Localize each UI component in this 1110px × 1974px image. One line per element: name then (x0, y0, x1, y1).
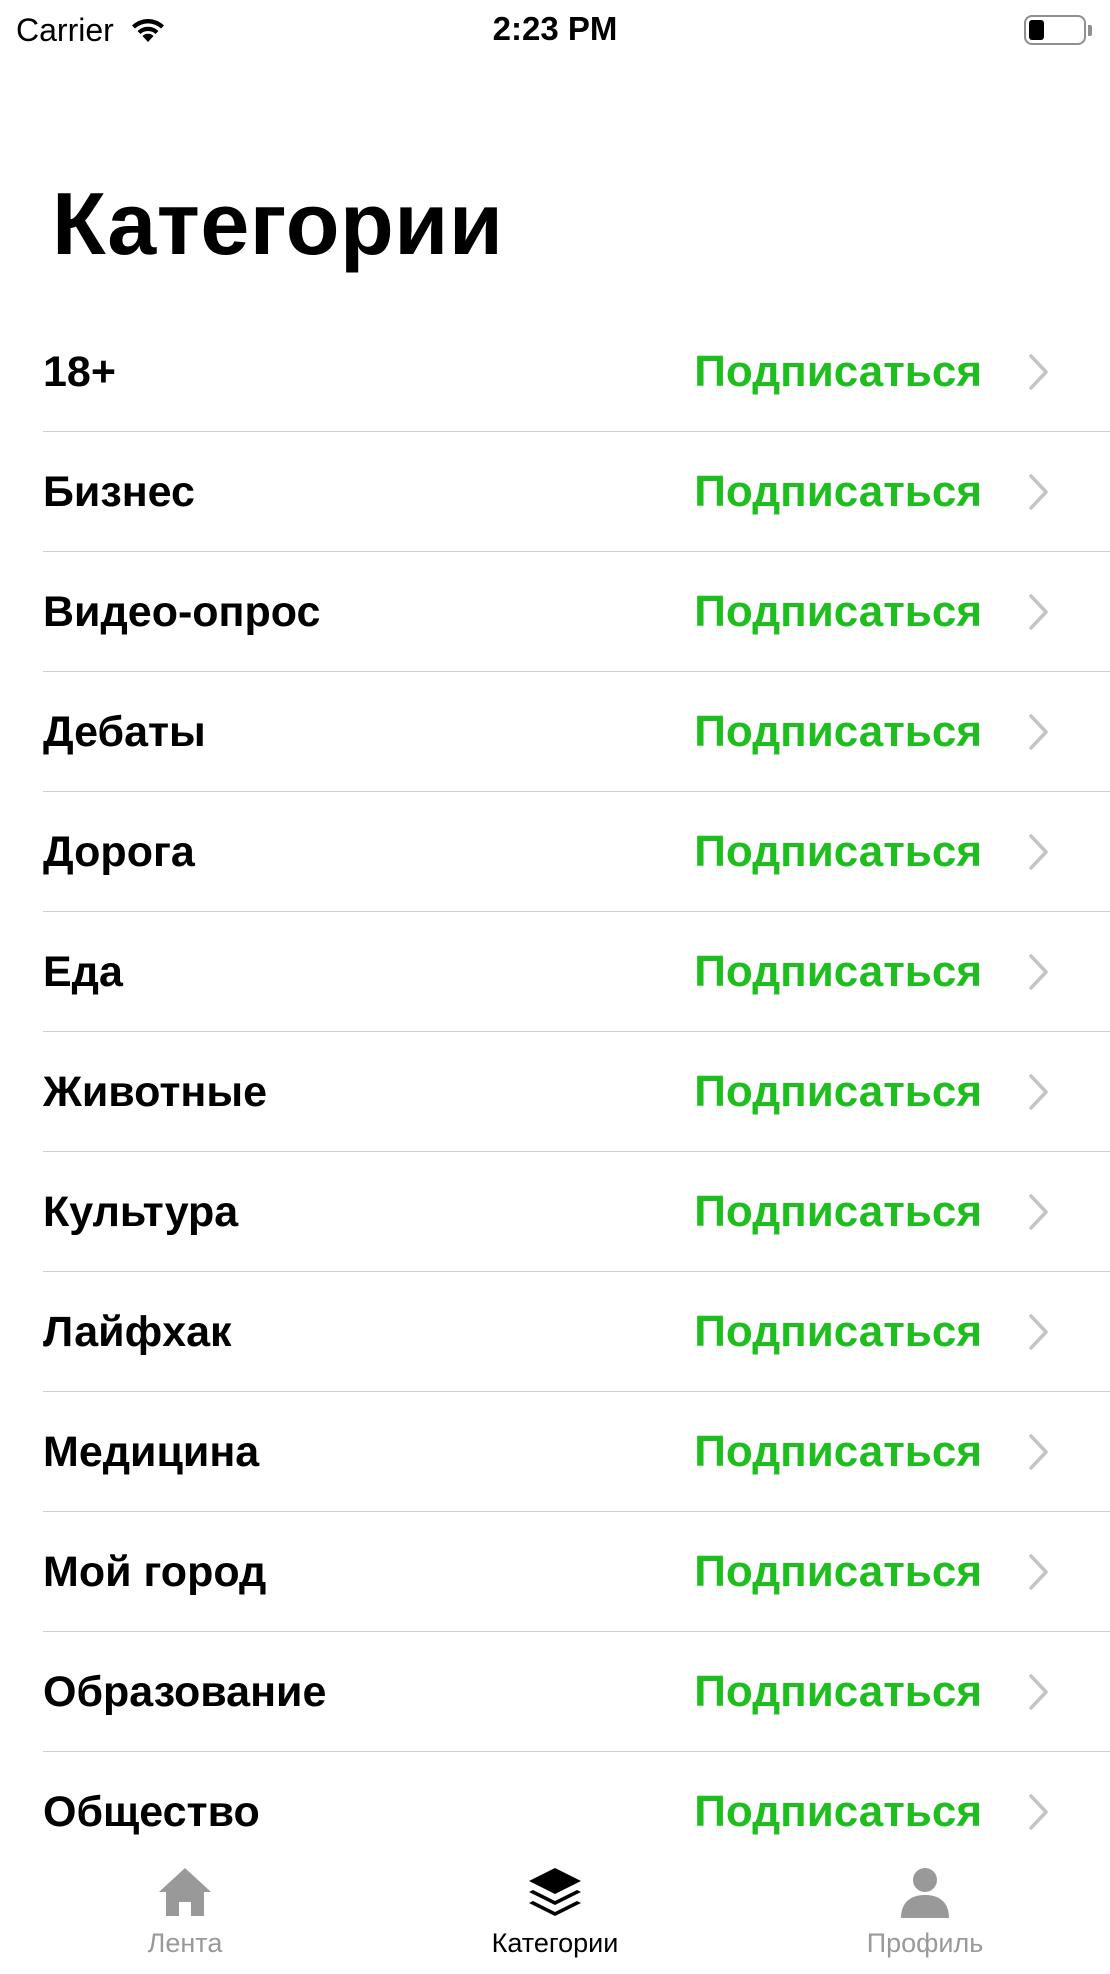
chevron-right-icon (1029, 714, 1048, 750)
tab-person[interactable]: Профиль (775, 1864, 1075, 1959)
subscribe-button[interactable]: Подписаться (694, 1187, 982, 1237)
chevron-right-icon (1029, 1314, 1048, 1350)
category-label: Мой город (43, 1547, 267, 1596)
subscribe-button[interactable]: Подписаться (694, 1787, 982, 1837)
category-row[interactable]: Культура Подписаться (0, 1152, 1110, 1272)
tab-label: Лента (147, 1928, 223, 1958)
category-label: Дорога (43, 827, 195, 876)
chevron-right-icon (1029, 834, 1048, 870)
subscribe-button[interactable]: Подписаться (694, 467, 982, 517)
subscribe-button[interactable]: Подписаться (694, 1067, 982, 1117)
subscribe-button[interactable]: Подписаться (694, 947, 982, 997)
status-left: Carrier (16, 12, 168, 49)
category-list: 18+ Подписаться Бизнес Подписаться Видео-опр… (0, 312, 1110, 1872)
carrier-label: Carrier (16, 11, 114, 48)
chevron-right-icon (1029, 594, 1048, 630)
chevron-right-icon (1029, 1074, 1048, 1110)
category-label: Животные (43, 1067, 268, 1116)
category-row[interactable]: Дорога Подписаться (0, 792, 1110, 912)
subscribe-button[interactable]: Подписаться (694, 1547, 982, 1597)
category-row[interactable]: Медицина Подписаться (0, 1392, 1110, 1512)
chevron-right-icon (1029, 1554, 1048, 1590)
category-label: Дебаты (43, 707, 206, 756)
categories-screen: Carrier 2:23 PM Категории 18+ Подписаться… (0, 0, 1110, 1974)
subscribe-button[interactable]: Подписаться (694, 347, 982, 397)
category-label: Еда (43, 947, 123, 996)
category-row[interactable]: Лайфхак Подписаться (0, 1272, 1110, 1392)
person-icon (901, 1868, 949, 1918)
subscribe-button[interactable]: Подписаться (694, 827, 982, 877)
category-label: Общество (43, 1787, 260, 1836)
chevron-right-icon (1029, 1194, 1048, 1230)
chevron-right-icon (1029, 954, 1048, 990)
category-label: Образование (43, 1667, 327, 1716)
page-title: Категории (52, 174, 504, 273)
subscribe-button[interactable]: Подписаться (694, 1307, 982, 1357)
subscribe-button[interactable]: Подписаться (694, 707, 982, 757)
chevron-right-icon (1029, 1674, 1048, 1710)
tab-layers[interactable]: Категории (405, 1864, 705, 1959)
category-row[interactable]: Бизнес Подписаться (0, 432, 1110, 552)
category-row[interactable]: Дебаты Подписаться (0, 672, 1110, 792)
chevron-right-icon (1029, 354, 1048, 390)
home-icon (159, 1868, 211, 1916)
chevron-right-icon (1029, 1434, 1048, 1470)
tab-bar: Лента Категории Профиль (0, 1844, 1110, 1974)
category-row[interactable]: Еда Подписаться (0, 912, 1110, 1032)
category-row[interactable]: Образование Подписаться (0, 1632, 1110, 1752)
subscribe-button[interactable]: Подписаться (694, 1427, 982, 1477)
category-label: Лайфхак (43, 1307, 232, 1356)
category-label: Культура (43, 1187, 239, 1236)
tab-label: Профиль (866, 1928, 984, 1958)
category-row[interactable]: 18+ Подписаться (0, 312, 1110, 432)
category-row[interactable]: Видео-опрос Подписаться (0, 552, 1110, 672)
subscribe-button[interactable]: Подписаться (694, 1667, 982, 1717)
tab-label: Категории (491, 1928, 619, 1958)
category-row[interactable]: Мой город Подписаться (0, 1512, 1110, 1632)
category-label: Медицина (43, 1427, 260, 1476)
chevron-right-icon (1029, 1794, 1048, 1830)
subscribe-button[interactable]: Подписаться (694, 587, 982, 637)
layers-icon (529, 1868, 581, 1916)
status-bar: Carrier 2:23 PM (0, 0, 1110, 60)
wifi-icon (131, 19, 164, 42)
battery-icon (1024, 15, 1092, 45)
category-label: Бизнес (43, 467, 195, 516)
category-row[interactable]: Животные Подписаться (0, 1032, 1110, 1152)
chevron-right-icon (1029, 474, 1048, 510)
tab-home[interactable]: Лента (35, 1864, 335, 1959)
category-label: 18+ (43, 347, 116, 396)
category-label: Видео-опрос (43, 587, 321, 636)
